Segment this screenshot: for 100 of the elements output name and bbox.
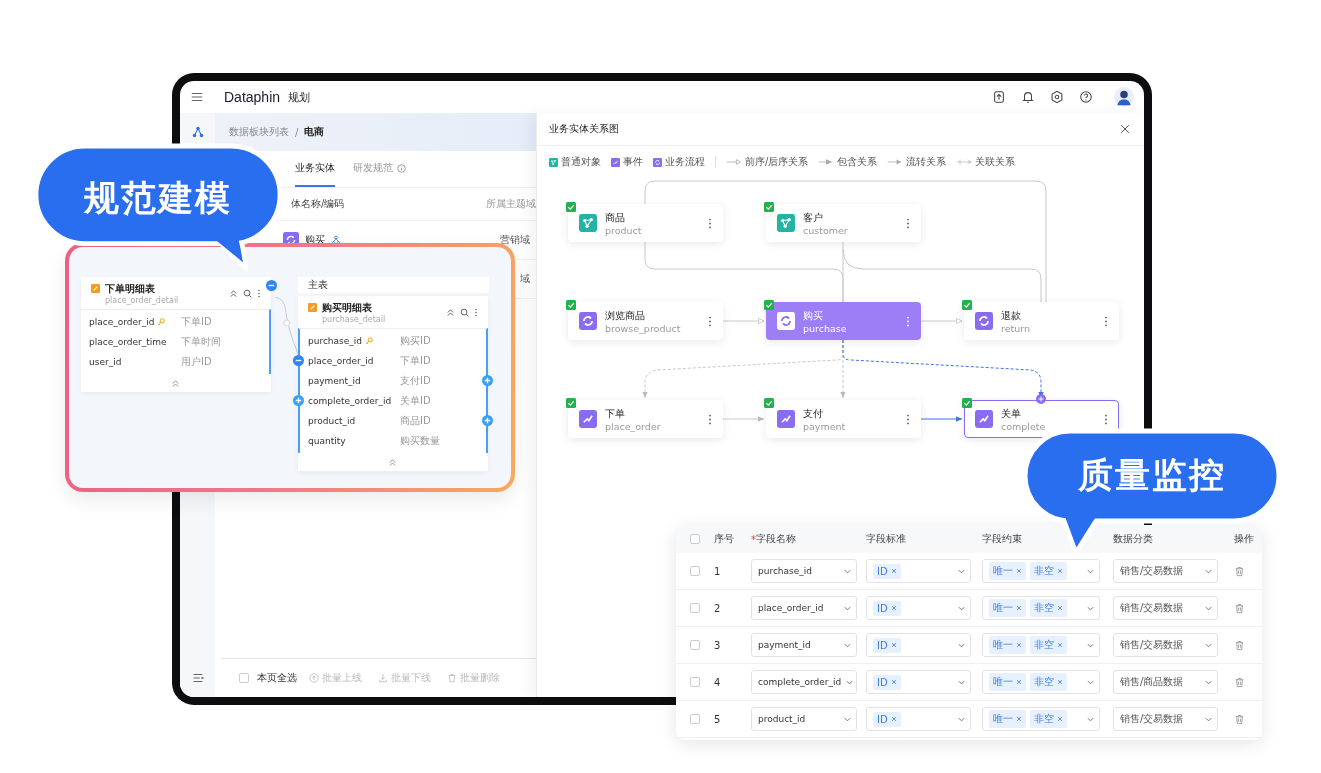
app-logo: Dataphin: [224, 89, 281, 105]
node-name: 退款: [1001, 308, 1022, 323]
category-select[interactable]: 销售/交易数据: [1113, 707, 1218, 731]
table-cell-text: 域: [520, 272, 531, 286]
select-value: 销售/交易数据: [1120, 564, 1185, 578]
row-number: 5: [714, 713, 722, 725]
select-value: 销售/交易数据: [1120, 638, 1185, 652]
select-value: purchase_id: [758, 566, 814, 576]
node-code: complete: [1001, 420, 1047, 432]
category-select[interactable]: 销售/商品数据: [1113, 670, 1218, 694]
node-name: 购买: [803, 308, 824, 323]
field-comment: 商品ID: [400, 414, 431, 428]
tag: ID: [873, 563, 901, 579]
field-comment: 下单时间: [181, 335, 221, 349]
field-comment: 用户ID: [181, 355, 212, 369]
field-name: place_order_time: [89, 337, 167, 347]
legend-label: 流转关系: [906, 155, 947, 169]
field-name: purchase_id: [308, 336, 363, 346]
main-table-label: 主表: [298, 277, 489, 293]
entity-node[interactable]: 浏览商品 browse_product: [568, 302, 723, 340]
select-value: place_order_id: [758, 603, 825, 613]
field-name-select[interactable]: place_order_id: [751, 596, 857, 620]
column-header: 数据分类: [1113, 532, 1154, 546]
select-value: product_id: [758, 714, 807, 724]
entity-node[interactable]: 商品 product: [568, 204, 723, 242]
field-name: complete_order_id: [308, 396, 392, 406]
node-name: 客户: [803, 210, 824, 225]
field-comment: 下单ID: [400, 354, 431, 368]
breadcrumb-item[interactable]: 电商: [304, 125, 325, 139]
row-number: 4: [714, 676, 722, 688]
field-name-select[interactable]: payment_id: [751, 633, 857, 657]
node-name: 浏览商品: [605, 308, 646, 323]
tag: 唯一: [989, 710, 1026, 728]
select-value: 销售/交易数据: [1120, 601, 1185, 615]
panel-title: 业务实体关系图: [549, 122, 619, 136]
standard-select[interactable]: ID: [866, 633, 971, 657]
select-value: 销售/商品数据: [1120, 675, 1185, 689]
column-header: 字段约束: [982, 532, 1023, 546]
field-name-select[interactable]: complete_order_id: [751, 670, 857, 694]
standard-select[interactable]: ID: [866, 707, 971, 731]
node-name: 下单: [605, 406, 626, 421]
field-comment: 支付ID: [400, 374, 431, 388]
field-comment: 购买数量: [400, 434, 440, 448]
field-name: payment_id: [308, 376, 361, 386]
legend-label: 普通对象: [561, 155, 601, 169]
entity-node[interactable]: 客户 customer: [766, 204, 921, 242]
legend-label: 事件: [623, 155, 643, 169]
tag: 唯一: [989, 562, 1026, 580]
category-select[interactable]: 销售/交易数据: [1113, 596, 1218, 620]
table-code: purchase_detail: [322, 315, 387, 324]
bubble-title: 规范建模: [84, 177, 232, 220]
node-name: 商品: [605, 210, 626, 225]
row-number: 3: [714, 639, 722, 651]
select-value: complete_order_id: [758, 677, 842, 687]
node-code: place_order: [605, 420, 662, 432]
column-header: 所属主题域: [486, 197, 536, 211]
legend-label: 包含关系: [837, 155, 878, 169]
standard-select[interactable]: ID: [866, 670, 971, 694]
entity-node[interactable]: 退款 return: [964, 302, 1119, 340]
standard-select[interactable]: ID: [866, 596, 971, 620]
entity-node[interactable]: 支付 payment: [766, 400, 921, 438]
category-select[interactable]: 销售/交易数据: [1113, 633, 1218, 657]
column-header: 操作: [1234, 532, 1255, 546]
field-name-select[interactable]: product_id: [751, 707, 857, 731]
bubble-title: 质量监控: [1078, 454, 1226, 497]
node-code: return: [1001, 322, 1032, 334]
required-mark: *: [751, 533, 756, 545]
field-name: place_order_id: [308, 356, 374, 366]
field-name-select[interactable]: purchase_id: [751, 559, 857, 583]
tag: 唯一: [989, 673, 1026, 691]
table-title: 购买明细表: [322, 301, 373, 315]
breadcrumb-separator: /: [295, 126, 299, 138]
node-name: 关单: [1001, 406, 1022, 421]
field-name: user_id: [89, 357, 122, 367]
category-select[interactable]: 销售/交易数据: [1113, 559, 1218, 583]
tag: ID: [873, 674, 901, 690]
row-number: 2: [714, 602, 722, 614]
tab[interactable]: 业务实体: [295, 161, 335, 187]
node-code: purchase: [803, 322, 848, 334]
row-number: 1: [714, 565, 722, 577]
legend-label: 前序/后序关系: [745, 155, 809, 169]
node-code: customer: [803, 224, 849, 236]
field-comment: 购买ID: [400, 334, 431, 348]
column-header: 体名称/编码: [291, 197, 346, 211]
node-code: payment: [803, 420, 847, 432]
tag: 非空: [1030, 562, 1067, 580]
field-comment: 下单ID: [181, 315, 212, 329]
node-code: browse_product: [605, 322, 682, 334]
legend-label: 业务流程: [665, 155, 705, 169]
node-code: product: [605, 224, 643, 236]
table-title: 下单明细表: [105, 282, 156, 296]
table-code: place_order_detail: [105, 296, 180, 305]
column-header: 字段名称: [756, 532, 796, 546]
entity-node[interactable]: 下单 place_order: [568, 400, 723, 438]
select-all-label[interactable]: 本页全选: [257, 671, 297, 685]
tag: 非空: [1030, 673, 1067, 691]
tag: 非空: [1030, 710, 1067, 728]
standard-select[interactable]: ID: [866, 559, 971, 583]
field-comment: 关单ID: [400, 394, 431, 408]
select-value: payment_id: [758, 640, 812, 650]
